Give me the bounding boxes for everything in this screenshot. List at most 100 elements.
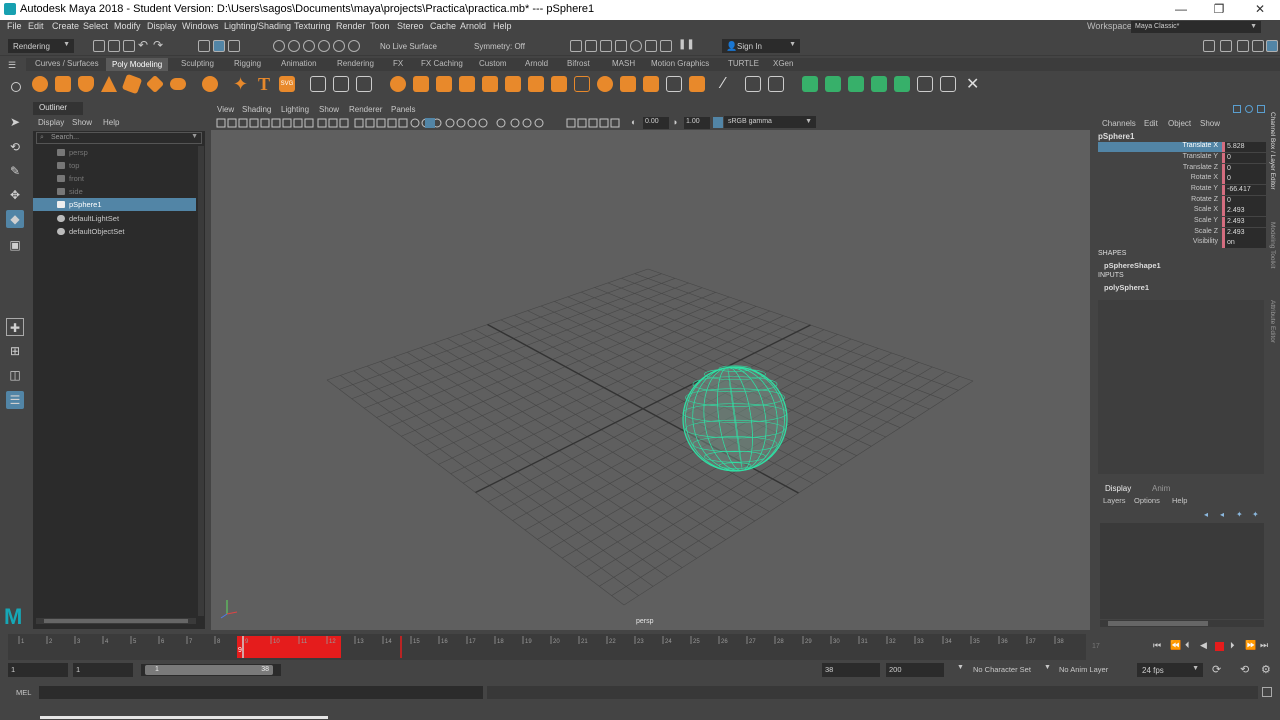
render-current-icon[interactable]	[600, 40, 612, 52]
viewport-3d-canvas[interactable]: persp	[211, 130, 1090, 630]
undo-icon[interactable]: ↶	[138, 38, 148, 52]
outliner-search-input[interactable]: ⌕ Search... ▼	[36, 132, 202, 144]
scrollbar-thumb[interactable]	[44, 619, 188, 623]
viewport-menu-shading[interactable]: Shading	[242, 105, 271, 114]
modeling-toolkit-icon[interactable]	[1203, 40, 1215, 52]
outliner-layout-icon[interactable]: ☰	[6, 391, 24, 409]
chevron-down-icon[interactable]: ▼	[191, 133, 198, 140]
shelf-tab-animation[interactable]: Animation	[281, 59, 317, 68]
render-setup-icon[interactable]	[660, 40, 672, 52]
shelf-menu-icon[interactable]: ☰	[8, 60, 22, 74]
move-tool-icon[interactable]: ✥	[6, 186, 24, 204]
ipr-render-icon[interactable]	[615, 40, 627, 52]
workspace-dropdown[interactable]: Maya Classic* ▼	[1131, 21, 1261, 33]
scrollbar-thumb[interactable]	[1108, 621, 1208, 626]
step-forward-frame-icon[interactable]: ⏵	[1230, 640, 1235, 651]
lasso-tool-icon[interactable]: ⟲	[6, 138, 24, 156]
menu-display[interactable]: Display	[147, 21, 177, 31]
extrude-icon[interactable]	[459, 76, 475, 92]
anim-layer-label[interactable]: No Anim Layer	[1059, 665, 1108, 674]
poke-icon[interactable]	[666, 76, 682, 92]
layer-scrollbar[interactable]	[1100, 620, 1264, 627]
bevel-icon[interactable]	[505, 76, 521, 92]
open-scene-icon[interactable]	[108, 40, 120, 52]
viewport-menu-panels[interactable]: Panels	[391, 105, 415, 114]
select-object-icon[interactable]	[213, 40, 225, 52]
extract-icon[interactable]	[413, 76, 429, 92]
poly-sphere-icon[interactable]	[32, 76, 48, 92]
layer-list[interactable]	[1100, 523, 1264, 619]
viewport-menu-renderer[interactable]: Renderer	[349, 105, 382, 114]
scene-render[interactable]	[211, 130, 1090, 630]
exposure-field[interactable]: 0.00	[643, 117, 669, 129]
attr-rotate-y[interactable]: Rotate Y -66.417	[1098, 185, 1266, 195]
stop-icon[interactable]	[1215, 642, 1224, 651]
attribute-editor-icon[interactable]	[1220, 40, 1232, 52]
animation-start-field[interactable]: 1	[8, 663, 68, 677]
boolean-icon[interactable]	[390, 76, 406, 92]
poly-cube-icon[interactable]	[55, 76, 71, 92]
symmetry-label[interactable]: Symmetry: Off	[474, 42, 525, 51]
poly-disc-icon[interactable]	[170, 78, 186, 90]
paint-select-tool-icon[interactable]: ✎	[6, 162, 24, 180]
offset-loop-icon[interactable]	[620, 76, 636, 92]
object-name[interactable]: pSphere1	[1098, 132, 1134, 141]
outliner-menu-show[interactable]: Show	[72, 118, 92, 127]
poly-plane-icon[interactable]	[121, 73, 143, 95]
new-layer-selected-icon[interactable]: ✦	[1252, 510, 1259, 519]
select-tool-icon[interactable]: ➤	[6, 113, 24, 131]
menu-lighting-shading[interactable]: Lighting/Shading	[224, 21, 291, 31]
shelf-tab-fx[interactable]: FX	[393, 59, 403, 68]
input-node[interactable]: polySphere1	[1104, 283, 1149, 292]
four-view-layout-icon[interactable]: ⊞	[6, 342, 24, 360]
maximize-button[interactable]: ❐	[1204, 2, 1234, 18]
shelf-options-icon[interactable]	[11, 82, 21, 92]
sculpt-tool-icon[interactable]: ⁄	[722, 75, 725, 93]
menu-edit[interactable]: Edit	[28, 21, 44, 31]
attribute-editor-toggle-icon[interactable]	[1245, 105, 1253, 113]
distortion-icon[interactable]	[940, 76, 956, 92]
channels-menu[interactable]: Channels	[1102, 119, 1136, 128]
svg-icon[interactable]: SVG	[279, 76, 295, 92]
viewport-menu-show[interactable]: Show	[319, 105, 339, 114]
shelf-tab-sculpting[interactable]: Sculpting	[181, 59, 214, 68]
view-transform-dropdown[interactable]: sRGB gamma ▼	[724, 116, 816, 128]
pause-icon[interactable]: ❚❚	[678, 39, 695, 50]
fill-hole-icon[interactable]	[528, 76, 544, 92]
fps-dropdown[interactable]: 24 fps ▼	[1137, 663, 1203, 677]
attr-translate-x[interactable]: Translate X 5.828	[1098, 142, 1266, 152]
viewport-menu-lighting[interactable]: Lighting	[281, 105, 309, 114]
show-menu[interactable]: Show	[1200, 119, 1220, 128]
outliner-item-default-object-set[interactable]: defaultObjectSet	[33, 225, 196, 238]
auto-key-icon[interactable]: ⟲	[1240, 663, 1249, 676]
transfer-attributes-icon[interactable]: ✕	[966, 74, 979, 94]
play-backwards-icon[interactable]: ◀	[1200, 640, 1207, 651]
menu-stereo[interactable]: Stereo	[397, 21, 424, 31]
cut-uv-icon[interactable]	[745, 76, 761, 92]
render-settings-icon[interactable]	[630, 40, 642, 52]
shelf-tab-mash[interactable]: MASH	[612, 59, 635, 68]
playback-end-field[interactable]: 38	[822, 663, 880, 677]
character-set-label[interactable]: No Character Set	[973, 665, 1031, 674]
sew-uv-icon[interactable]	[768, 76, 784, 92]
poly-cylinder-icon[interactable]	[78, 76, 94, 92]
character-set-arrow-icon[interactable]: ▼	[957, 664, 964, 671]
loop-icon[interactable]: ⟳	[1212, 663, 1221, 676]
planar-mapping-icon[interactable]	[825, 76, 841, 92]
attr-translate-y[interactable]: Translate Y 0	[1098, 153, 1266, 163]
move-layer-down-icon[interactable]: ◂	[1220, 510, 1224, 519]
poly-text-icon[interactable]: T	[258, 74, 270, 95]
layers-menu[interactable]: Layers	[1103, 496, 1126, 505]
snap-grid-icon[interactable]	[273, 40, 285, 52]
minimize-button[interactable]: —	[1166, 2, 1196, 18]
attr-scale-y[interactable]: Scale Y 2.493	[1098, 217, 1266, 227]
attr-scale-z[interactable]: Scale Z 2.493	[1098, 228, 1266, 238]
attr-value[interactable]: 2.493	[1222, 228, 1266, 238]
command-language-label[interactable]: MEL	[16, 688, 31, 697]
menuset-dropdown[interactable]: Rendering ▼	[8, 39, 74, 53]
step-forward-key-icon[interactable]: ⏩	[1245, 640, 1256, 651]
uv-editor-icon[interactable]	[802, 76, 818, 92]
attr-value[interactable]: 5.828	[1222, 142, 1266, 152]
shelf-tab-xgen[interactable]: XGen	[773, 59, 793, 68]
attr-value[interactable]: 2.493	[1222, 206, 1266, 216]
